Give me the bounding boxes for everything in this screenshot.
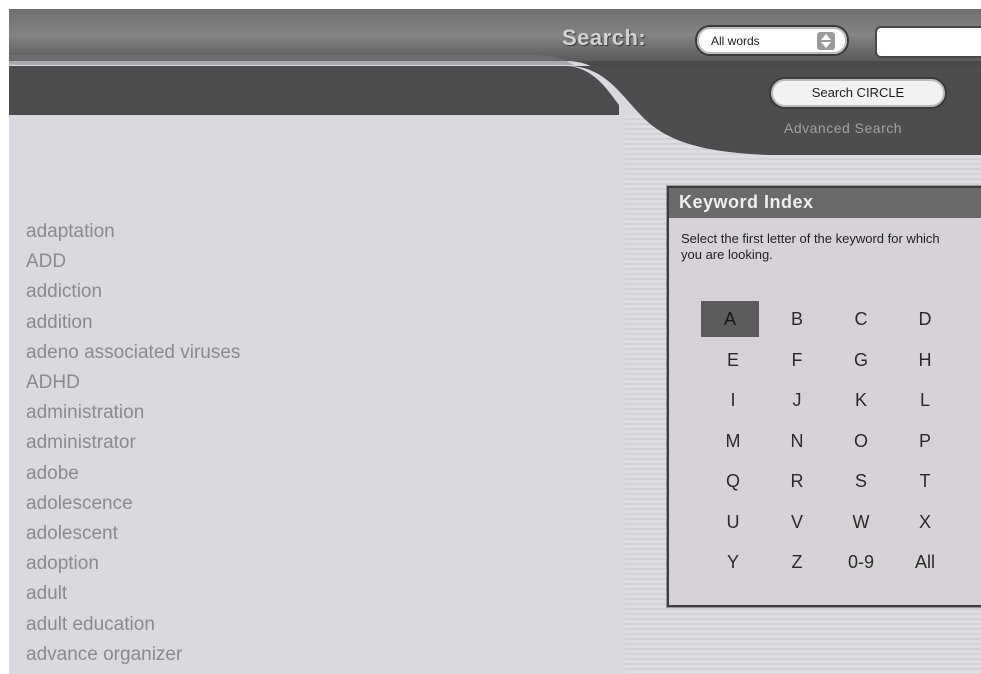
page-frame: Search: All words Search CIRCLE Advanced…	[9, 9, 981, 674]
letter-grid: A B C D E F G H I J K L M N O P Q R S T U V W X Y Z 0-9 All	[701, 301, 981, 585]
keyword-link[interactable]: ADD	[26, 247, 240, 277]
letter-link-w[interactable]: W	[829, 504, 893, 545]
letter-link-r[interactable]: R	[765, 463, 829, 504]
letter-link-v[interactable]: V	[765, 504, 829, 545]
keyword-index-instructions: Select the first letter of the keyword f…	[681, 231, 940, 262]
keyword-index-title: Keyword Index	[669, 188, 981, 218]
keyword-list: adaptation ADD addiction addition adeno asso…	[26, 217, 240, 670]
letter-link-e[interactable]: E	[701, 342, 765, 383]
letter-link-d[interactable]: D	[893, 301, 957, 342]
advanced-search-link[interactable]: Advanced Search	[784, 120, 902, 136]
letter-link-m[interactable]: M	[701, 423, 765, 464]
letter-link-n[interactable]: N	[765, 423, 829, 464]
letter-link-y[interactable]: Y	[701, 544, 765, 585]
keyword-link[interactable]: adoption	[26, 549, 240, 579]
search-mode-select[interactable]: All words	[695, 25, 849, 56]
letter-link-z[interactable]: Z	[765, 544, 829, 585]
header: Search: All words Search CIRCLE Advanced…	[9, 9, 981, 169]
letter-link-0-9[interactable]: 0-9	[829, 544, 893, 585]
keyword-link[interactable]: adolescent	[26, 519, 240, 549]
letter-link-p[interactable]: P	[893, 423, 957, 464]
keyword-link[interactable]: adult education	[26, 610, 240, 640]
search-label: Search:	[562, 25, 647, 50]
letter-link-j[interactable]: J	[765, 382, 829, 423]
search-mode-value: All words	[711, 34, 760, 48]
select-arrows-icon	[817, 32, 835, 50]
keyword-link[interactable]: adult	[26, 579, 240, 609]
keyword-link[interactable]: adeno associated viruses	[26, 338, 240, 368]
letter-link-g[interactable]: G	[829, 342, 893, 383]
letter-link-f[interactable]: F	[765, 342, 829, 383]
search-input[interactable]	[875, 26, 981, 58]
keyword-link[interactable]: administration	[26, 398, 240, 428]
keyword-index-panel: Keyword Index Select the first letter of…	[667, 186, 981, 607]
letter-link-u[interactable]: U	[701, 504, 765, 545]
keyword-link[interactable]: adolescence	[26, 489, 240, 519]
keyword-link[interactable]: ADHD	[26, 368, 240, 398]
letter-link-q[interactable]: Q	[701, 463, 765, 504]
keyword-link[interactable]: administrator	[26, 428, 240, 458]
letter-link-c[interactable]: C	[829, 301, 893, 342]
keyword-link[interactable]: advance organizer	[26, 640, 240, 670]
letter-link-h[interactable]: H	[893, 342, 957, 383]
letter-link-k[interactable]: K	[829, 382, 893, 423]
keyword-link[interactable]: adobe	[26, 459, 240, 489]
letter-link-t[interactable]: T	[893, 463, 957, 504]
letter-link-l[interactable]: L	[893, 382, 957, 423]
search-circle-button[interactable]: Search CIRCLE	[769, 77, 947, 109]
letter-link-b[interactable]: B	[765, 301, 829, 342]
keyword-link[interactable]: addiction	[26, 277, 240, 307]
keyword-link[interactable]: adaptation	[26, 217, 240, 247]
letter-link-x[interactable]: X	[893, 504, 957, 545]
letter-link-s[interactable]: S	[829, 463, 893, 504]
letter-link-i[interactable]: I	[701, 382, 765, 423]
letter-link-a[interactable]: A	[701, 301, 759, 337]
letter-link-o[interactable]: O	[829, 423, 893, 464]
keyword-link[interactable]: addition	[26, 308, 240, 338]
letter-link-all[interactable]: All	[893, 544, 957, 585]
